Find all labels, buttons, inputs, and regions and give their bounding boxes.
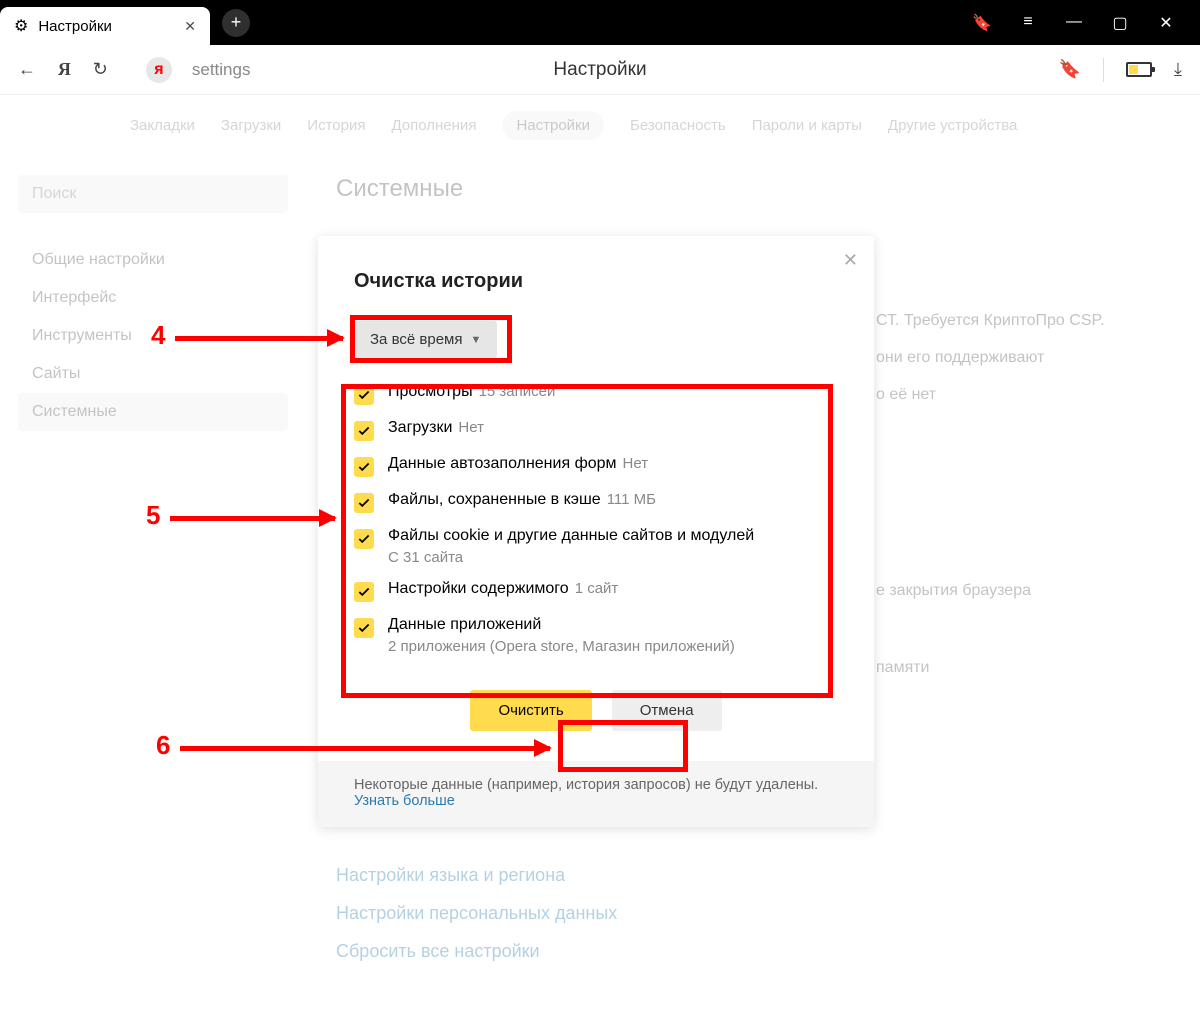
tab-title: Настройки [38, 18, 112, 35]
checkbox-checked-icon[interactable] [354, 457, 374, 477]
battery-icon [1126, 62, 1152, 77]
url-text[interactable]: settings [192, 60, 251, 80]
check-sub: Нет [623, 455, 649, 472]
close-window-icon[interactable]: ✕ [1156, 13, 1176, 33]
modal-footer: Некоторые данные (например, история запр… [318, 761, 874, 827]
clear-options-list: Просмотры 15 записей Загрузки Нет Данные а… [354, 376, 838, 662]
check-label: Загрузки [388, 419, 452, 436]
gear-icon: ⚙ [14, 16, 28, 36]
check-label: Файлы cookie и другие данные сайтов и мо… [388, 527, 754, 544]
check-sub: 2 приложения (Opera store, Магазин прило… [388, 638, 735, 655]
check-sub: 15 записей [479, 383, 556, 400]
check-sub: С 31 сайта [388, 549, 754, 566]
modal-close-icon[interactable]: ✕ [843, 250, 858, 271]
cancel-button[interactable]: Отмена [612, 690, 722, 731]
annotation-arrow-5 [170, 516, 335, 521]
divider [1103, 58, 1104, 82]
check-label: Данные автозаполнения форм [388, 455, 617, 472]
annotation-arrow-6 [180, 746, 550, 751]
site-icon: я [146, 57, 172, 83]
check-sub: 1 сайт [575, 580, 619, 597]
check-row-downloads[interactable]: Загрузки Нет [354, 412, 838, 448]
checkbox-checked-icon[interactable] [354, 421, 374, 441]
annotation-label-6: 6 [150, 730, 176, 761]
check-sub: Нет [458, 419, 484, 436]
check-sub: 111 МБ [607, 491, 656, 508]
back-icon[interactable]: ← [18, 59, 36, 79]
checkbox-checked-icon[interactable] [354, 582, 374, 602]
check-row-autofill[interactable]: Данные автозаполнения форм Нет [354, 448, 838, 484]
nav-buttons: ← Я ↻ [18, 59, 126, 80]
clear-history-modal: ✕ Очистка истории За всё время ▼ Просмот… [318, 236, 874, 827]
titlebar: ⚙ Настройки ✕ + 🔖 ≡ — ▢ ✕ [0, 0, 1200, 45]
check-row-app-data[interactable]: Данные приложений 2 приложения (Opera sto… [354, 609, 838, 662]
time-range-dropdown[interactable]: За всё время ▼ [354, 321, 497, 358]
maximize-icon[interactable]: ▢ [1110, 13, 1130, 33]
annotation-arrow-4 [175, 336, 343, 341]
window-controls: 🔖 ≡ — ▢ ✕ [972, 13, 1200, 33]
check-row-views[interactable]: Просмотры 15 записей [354, 376, 838, 412]
address-bar: ← Я ↻ я settings Настройки 🔖 ⤓ [0, 45, 1200, 95]
reload-icon[interactable]: ↻ [93, 59, 108, 79]
check-row-content-settings[interactable]: Настройки содержимого 1 сайт [354, 573, 838, 609]
close-tab-icon[interactable]: ✕ [184, 18, 196, 35]
new-tab-button[interactable]: + [222, 9, 250, 37]
modal-title: Очистка истории [354, 270, 838, 293]
check-label: Просмотры [388, 383, 473, 400]
checkbox-checked-icon[interactable] [354, 529, 374, 549]
check-row-cache[interactable]: Файлы, сохраненные в кэше 111 МБ [354, 484, 838, 520]
learn-more-link[interactable]: Узнать больше [354, 793, 455, 809]
checkbox-checked-icon[interactable] [354, 618, 374, 638]
check-label: Файлы, сохраненные в кэше [388, 491, 601, 508]
annotation-label-5: 5 [140, 500, 166, 531]
check-row-cookies[interactable]: Файлы cookie и другие данные сайтов и мо… [354, 520, 838, 573]
check-label: Данные приложений [388, 616, 541, 633]
minimize-icon[interactable]: — [1064, 13, 1084, 33]
dropdown-label: За всё время [370, 331, 462, 348]
browser-tab[interactable]: ⚙ Настройки ✕ [0, 7, 210, 45]
sidebar-toggle-icon[interactable]: 🔖 [972, 13, 992, 33]
chevron-down-icon: ▼ [470, 334, 481, 346]
page-title: Настройки [553, 59, 646, 81]
annotation-label-4: 4 [145, 320, 171, 351]
checkbox-checked-icon[interactable] [354, 385, 374, 405]
menu-icon[interactable]: ≡ [1018, 13, 1038, 33]
yandex-home-icon[interactable]: Я [58, 59, 71, 79]
download-icon[interactable]: ⤓ [1174, 59, 1182, 80]
check-label: Настройки содержимого [388, 580, 569, 597]
checkbox-checked-icon[interactable] [354, 493, 374, 513]
clear-button[interactable]: Очистить [470, 690, 591, 731]
bookmark-icon[interactable]: 🔖 [1059, 59, 1081, 80]
footer-text: Некоторые данные (например, история запр… [354, 777, 818, 793]
